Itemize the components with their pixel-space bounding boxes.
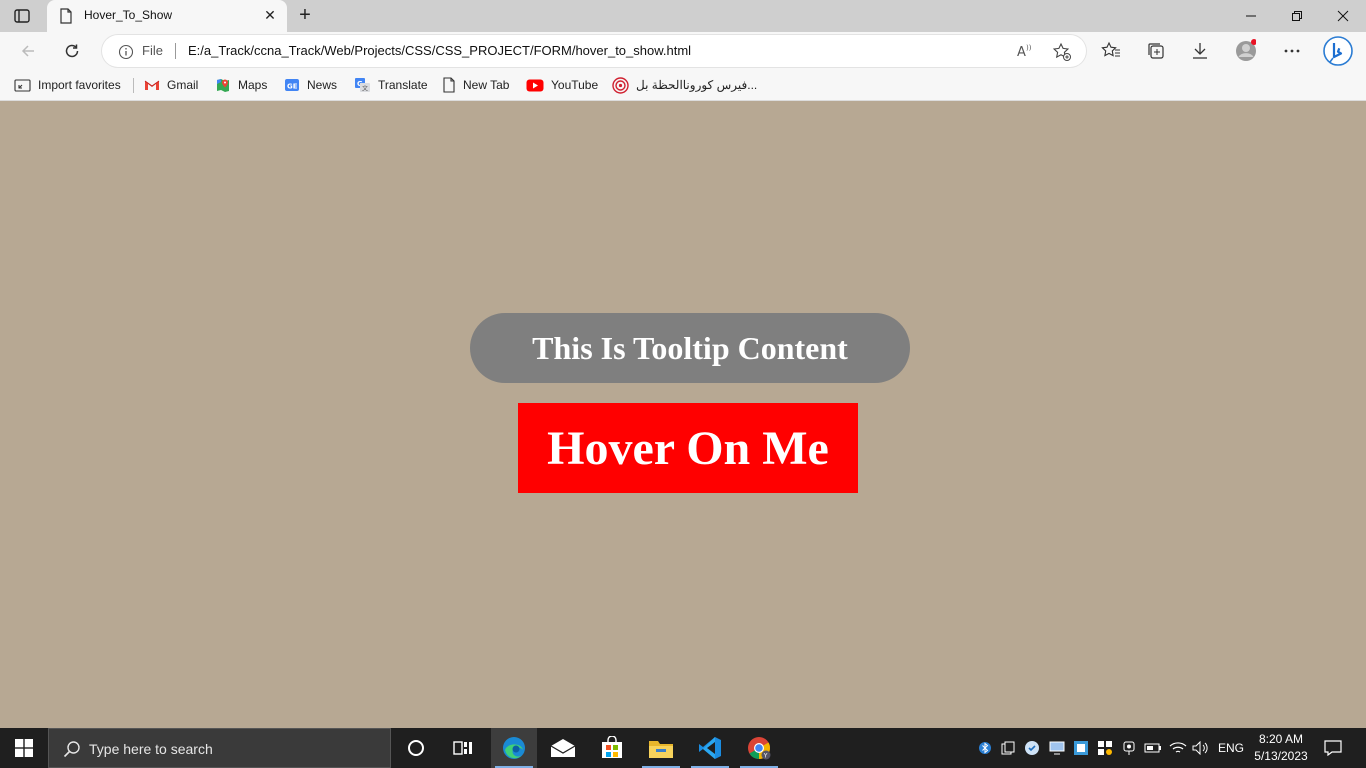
favorite-translate[interactable]: G文 Translate [354,76,428,94]
minimize-button[interactable] [1228,0,1274,32]
svg-text:A: A [1017,45,1026,60]
mail-app-icon[interactable] [540,728,586,768]
favorite-youtube[interactable]: YouTube [526,76,598,94]
read-aloud-icon[interactable]: A)) [1016,42,1034,60]
back-arrow-icon[interactable] [14,37,42,65]
target-icon [612,76,629,94]
language-indicator[interactable]: ENG [1214,728,1248,768]
address-separator [175,43,176,59]
favorites-icon[interactable] [1100,40,1122,62]
restore-button[interactable] [1274,0,1320,32]
defender-tray-icon[interactable] [1094,728,1116,768]
tray-app-icon[interactable] [998,728,1018,768]
store-app-icon[interactable] [589,728,635,768]
page-icon [443,77,455,93]
youtube-icon [526,79,544,91]
taskbar: Type here to search Y ENG 8:20 AM 5/13/2… [0,728,1366,768]
search-placeholder: Type here to search [89,741,213,757]
gmail-icon [144,80,160,90]
tab-title: Hover_To_Show [84,8,173,22]
url-text[interactable]: E:/a_Track/ccna_Track/Web/Projects/CSS/C… [188,43,691,58]
close-window-button[interactable] [1320,0,1366,32]
favorite-maps[interactable]: Maps [215,76,267,94]
address-bar[interactable]: File E:/a_Track/ccna_Track/Web/Projects/… [102,35,1086,67]
translate-icon: G文 [355,78,370,93]
windows-start-icon[interactable] [0,728,48,768]
page-icon [59,8,73,29]
task-view-icon[interactable] [440,728,486,768]
security-tray-icon[interactable] [1022,728,1042,768]
webcam-tray-icon[interactable] [1118,728,1140,768]
cortana-icon[interactable] [393,728,439,768]
favorite-label: YouTube [551,78,599,92]
favorite-new-tab[interactable]: New Tab [442,76,509,94]
svg-text:)): )) [1026,44,1032,52]
more-options-icon[interactable] [1281,40,1303,62]
favorite-import[interactable]: Import favorites [14,76,121,94]
hover-button[interactable]: Hover On Me [518,403,858,493]
tab-active[interactable]: Hover_To_Show ✕ [47,0,287,32]
favorite-label: News [307,78,338,92]
maps-icon [217,79,229,92]
favorite-label: فيرس كوروناالحظة بل... [636,78,758,92]
network-tray-icon[interactable] [1070,728,1092,768]
clock-time: 8:20 AM [1258,732,1304,746]
volume-icon[interactable] [1190,728,1212,768]
wifi-icon[interactable] [1166,728,1190,768]
downloads-icon[interactable] [1189,40,1211,62]
notifications-icon[interactable] [1318,728,1348,768]
info-icon[interactable] [118,44,134,65]
favorite-label: Translate [378,78,428,92]
refresh-icon[interactable] [58,37,86,65]
news-icon: GE [285,79,299,91]
svg-text:Y: Y [763,753,768,760]
browser-toolbar: File E:/a_Track/ccna_Track/Web/Projects/… [0,32,1366,70]
vscode-app-icon[interactable] [687,728,733,768]
taskbar-search[interactable]: Type here to search [48,728,391,768]
tooltip: This Is Tooltip Content [470,313,910,383]
close-tab-icon[interactable]: ✕ [261,6,279,24]
favorite-news[interactable]: GE News [284,76,337,94]
search-icon [63,740,81,763]
profile-avatar-icon[interactable] [1234,39,1256,62]
favorite-label: Import favorites [38,78,121,92]
import-icon [14,78,31,92]
edge-app-icon[interactable] [491,728,537,768]
favorite-label: Maps [238,78,268,92]
svg-text:文: 文 [362,85,368,93]
tab-actions-icon[interactable] [12,7,32,25]
bing-chat-icon[interactable] [1322,35,1354,67]
battery-icon[interactable] [1142,728,1164,768]
new-tab-icon[interactable]: + [294,5,316,27]
favorite-corona[interactable]: فيرس كوروناالحظة بل... [612,76,757,94]
display-tray-icon[interactable] [1046,728,1068,768]
taskbar-clock[interactable]: 8:20 AM 5/13/2023 [1248,731,1314,765]
chrome-app-icon[interactable]: Y [736,728,782,768]
bluetooth-icon[interactable] [976,728,994,768]
scheme-label: File [142,43,163,58]
svg-text:GE: GE [287,83,298,91]
clock-date: 5/13/2023 [1254,749,1308,763]
favorites-separator [133,78,134,93]
favorite-gmail[interactable]: Gmail [144,76,198,94]
page-viewport: This Is Tooltip Content Hover On Me [0,102,1366,728]
add-favorite-icon[interactable] [1052,42,1071,61]
favorite-label: New Tab [463,78,510,92]
tab-strip: Hover_To_Show ✕ + [0,0,1366,32]
collections-icon[interactable] [1145,40,1167,62]
favorite-label: Gmail [167,78,199,92]
file-explorer-icon[interactable] [638,728,684,768]
favorites-bar: Import favorites Gmail Maps GE News G文 T… [0,70,1366,101]
